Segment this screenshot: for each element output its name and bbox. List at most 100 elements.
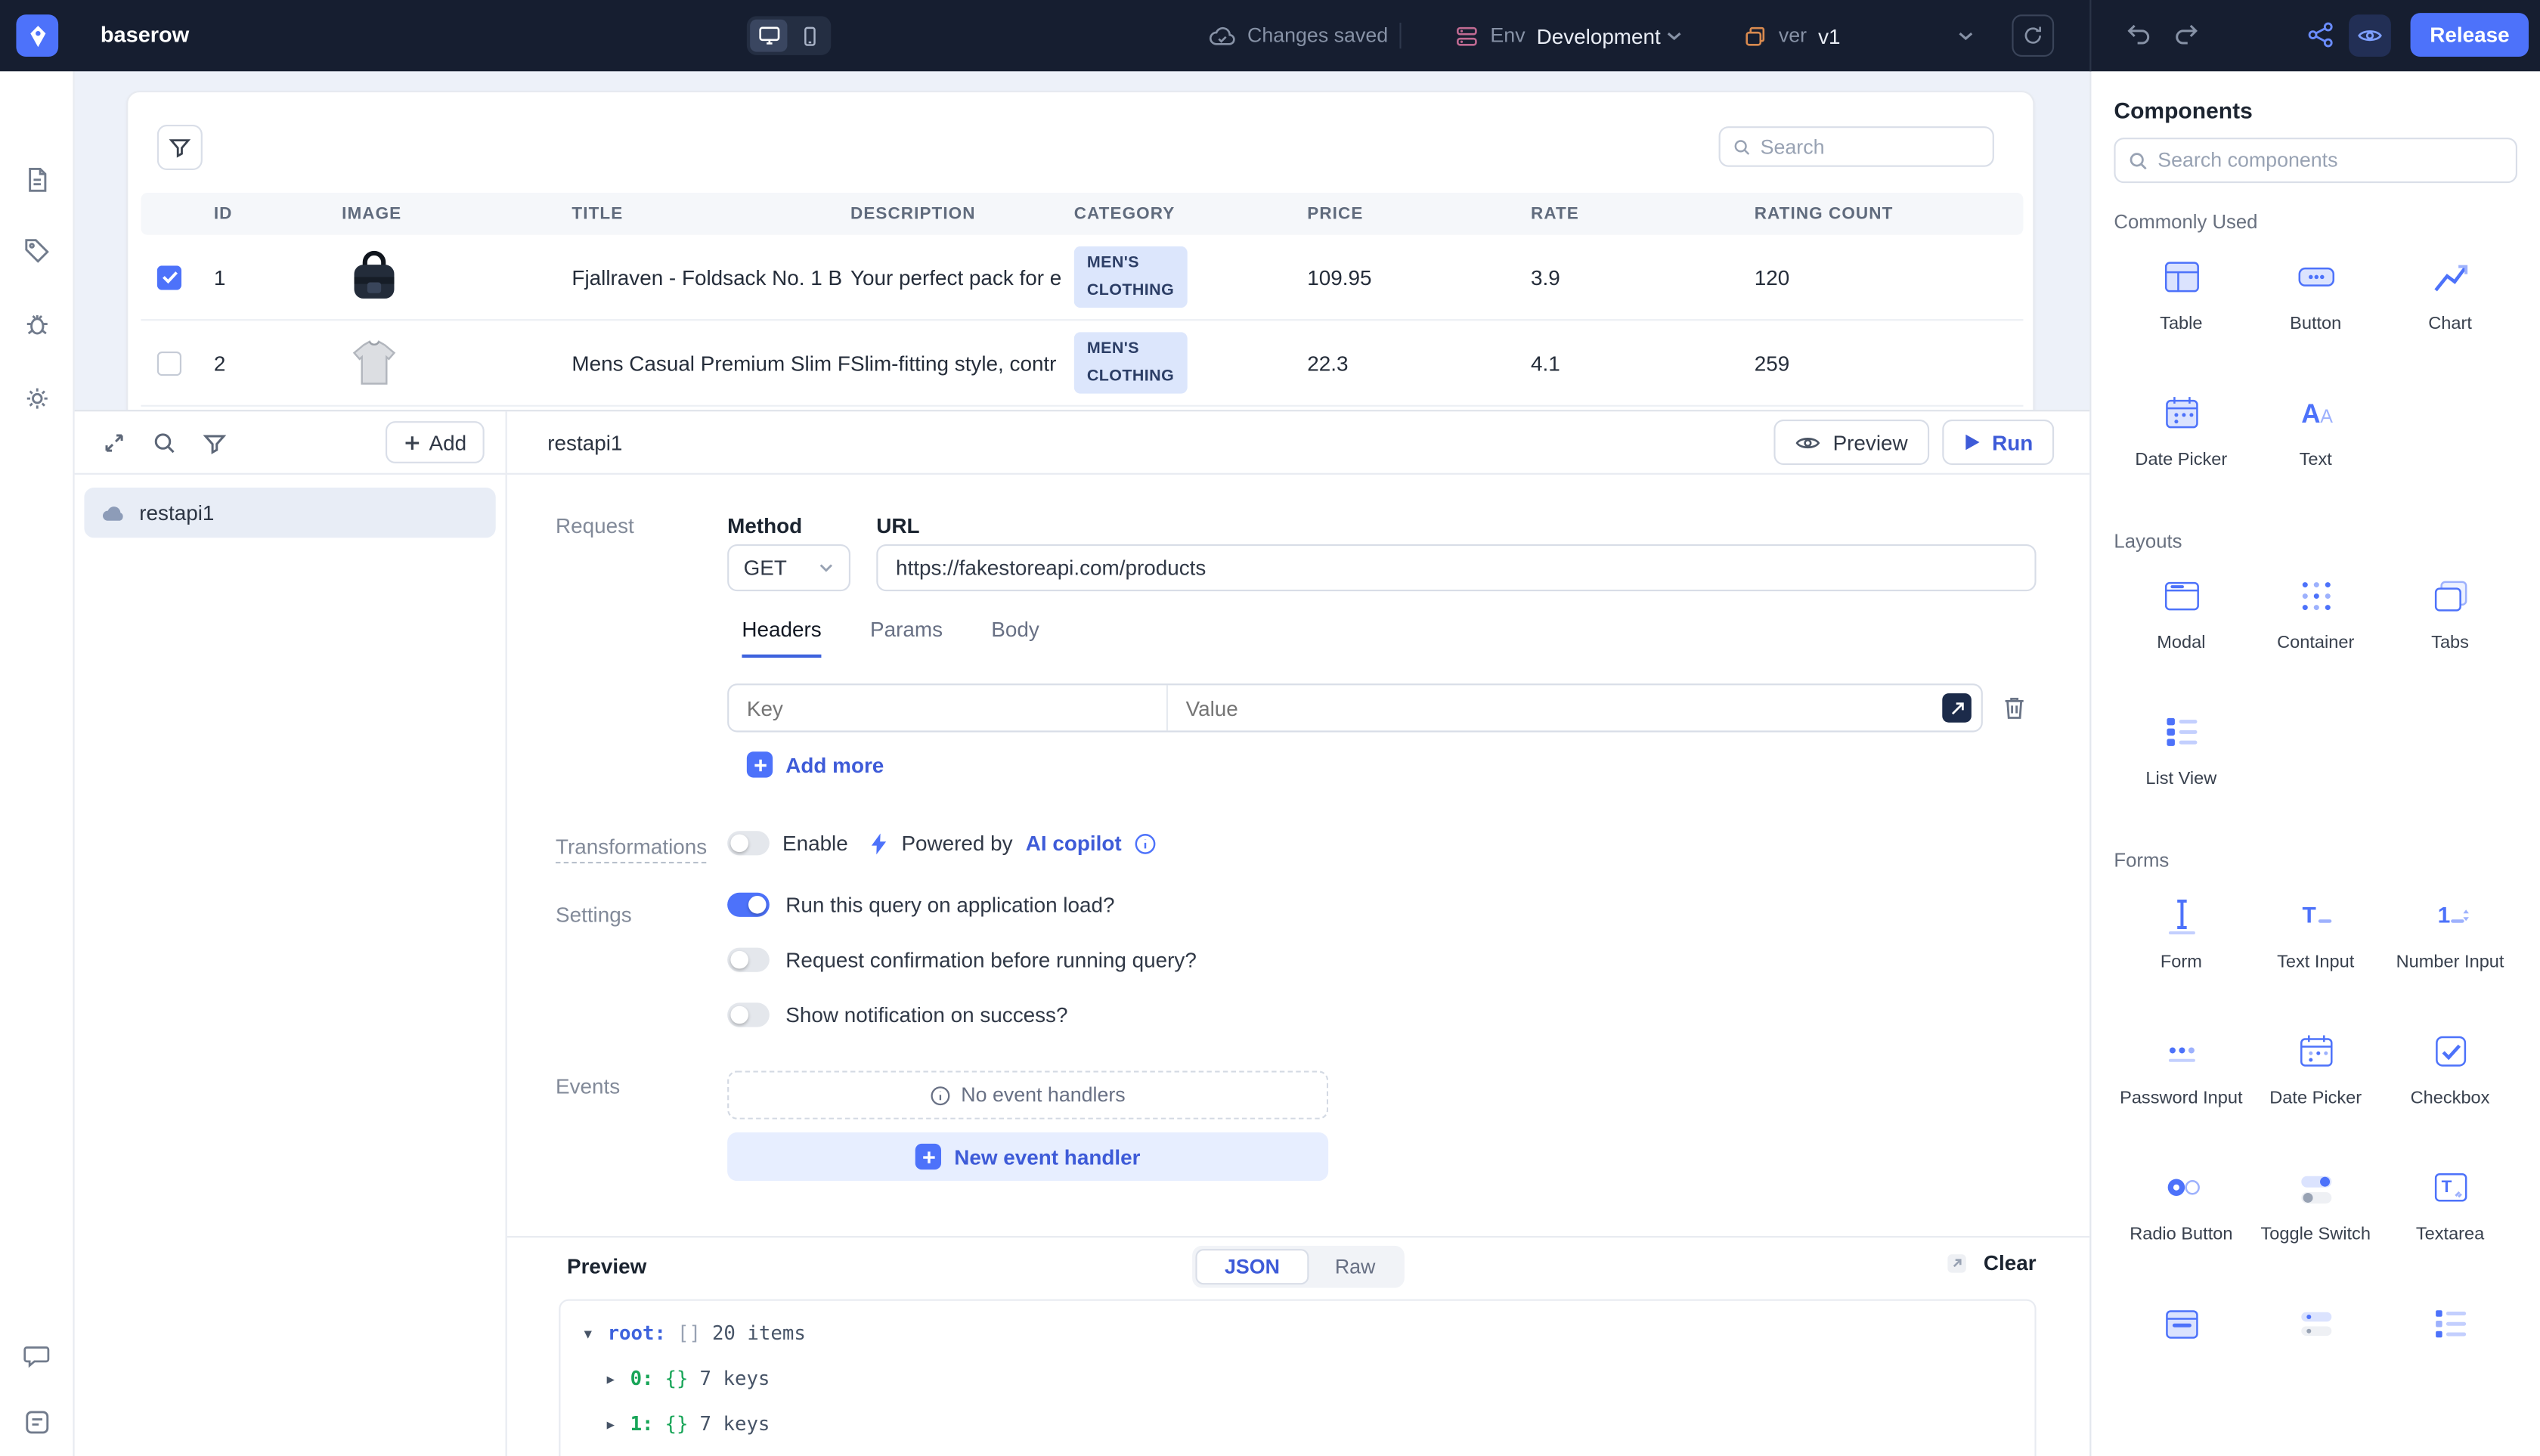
run-on-load-toggle[interactable] <box>727 893 770 917</box>
pages-icon[interactable] <box>18 160 57 199</box>
table-icon <box>2154 249 2209 305</box>
column-header[interactable]: RATING COUNT <box>1755 204 2024 224</box>
query-editor-title[interactable]: restapi1 <box>547 430 622 454</box>
json-tree-row[interactable]: ▶ 0: {} 7 keys <box>560 1356 2034 1402</box>
component-text-input[interactable]: T Text Input <box>2248 888 2383 1004</box>
notification-toggle[interactable] <box>727 1002 770 1027</box>
method-select[interactable]: GET <box>727 544 850 591</box>
transformations-label[interactable]: Transformations <box>556 835 707 864</box>
tab-body[interactable]: Body <box>991 617 1039 658</box>
chevron-down-icon[interactable] <box>1665 29 1684 42</box>
preview-query-button[interactable]: Preview <box>1774 420 1928 465</box>
debugger-icon[interactable] <box>18 305 57 343</box>
component-number-input[interactable]: 1 Number Input <box>2383 888 2517 1004</box>
release-notes-icon[interactable] <box>18 1403 57 1442</box>
component-tabs[interactable]: Tabs <box>2383 568 2517 685</box>
row-checkbox[interactable] <box>157 265 181 289</box>
column-header[interactable]: CATEGORY <box>1074 204 1308 224</box>
header-value-input[interactable] <box>1168 685 1942 730</box>
column-header[interactable]: IMAGE <box>342 204 572 224</box>
json-tree-row[interactable]: ▼ root: [] 20 items <box>560 1311 2034 1356</box>
component-partial-2[interactable] <box>2248 1296 2383 1412</box>
component-text[interactable]: AA Text <box>2248 386 2383 502</box>
table-row[interactable]: 1 Fjallraven - Foldsack No. 1 B Your per… <box>141 235 2023 321</box>
component-textarea[interactable]: T Textarea <box>2383 1160 2517 1276</box>
product-image-backpack <box>342 245 407 310</box>
device-toggle[interactable] <box>747 16 831 54</box>
column-header[interactable]: ID <box>214 204 342 224</box>
component-button[interactable]: Button <box>2248 249 2383 366</box>
column-header[interactable]: PRICE <box>1307 204 1531 224</box>
component-password-input[interactable]: Password Input <box>2114 1024 2248 1140</box>
query-list-item-restapi1[interactable]: restapi1 <box>84 488 495 537</box>
transformations-toggle[interactable] <box>727 831 770 855</box>
clear-preview-button[interactable]: Clear <box>1984 1250 2037 1275</box>
component-radio-button[interactable]: Radio Button <box>2114 1160 2248 1276</box>
version-selector[interactable]: ver v1 <box>1743 0 1841 71</box>
environment-selector[interactable]: Env Development <box>1454 0 1660 71</box>
table-filter-button[interactable] <box>157 125 203 170</box>
add-more-header-button[interactable]: Add more <box>747 751 884 777</box>
app-name[interactable]: baserow <box>101 0 189 71</box>
refresh-button[interactable] <box>2012 14 2054 57</box>
undo-icon[interactable] <box>2125 21 2154 51</box>
component-modal[interactable]: Modal <box>2114 568 2248 685</box>
component-list-view[interactable]: List View <box>2114 705 2248 821</box>
tab-params[interactable]: Params <box>870 617 943 658</box>
components-search-input[interactable] <box>2157 149 2502 172</box>
confirmation-toggle[interactable] <box>727 948 770 972</box>
component-partial-3[interactable] <box>2383 1296 2517 1412</box>
svg-text:T: T <box>2301 903 2315 928</box>
chevron-down-icon[interactable] <box>1957 29 1975 42</box>
desktop-icon[interactable] <box>750 20 787 52</box>
url-input[interactable] <box>896 556 2017 580</box>
table-search-input[interactable] <box>1761 135 1980 158</box>
column-header[interactable]: DESCRIPTION <box>850 204 1074 224</box>
components-search[interactable] <box>2114 138 2517 183</box>
component-date-picker[interactable]: Date Picker <box>2114 386 2248 502</box>
table-search[interactable] <box>1719 126 1994 167</box>
ai-copilot-link[interactable]: AI copilot <box>1026 831 1122 855</box>
search-icon[interactable] <box>149 428 178 457</box>
url-field[interactable] <box>876 544 2036 591</box>
component-table[interactable]: Table <box>2114 249 2248 366</box>
header-key-input[interactable] <box>729 685 1168 730</box>
styles-icon[interactable] <box>18 231 57 270</box>
delete-header-icon[interactable] <box>2003 695 2028 720</box>
filter-icon[interactable] <box>200 428 229 457</box>
tab-headers[interactable]: Headers <box>742 617 821 658</box>
component-date-picker-form[interactable]: Date Picker <box>2248 1024 2383 1140</box>
row-checkbox[interactable] <box>157 351 181 375</box>
redo-icon[interactable] <box>2173 21 2202 51</box>
component-partial-1[interactable] <box>2114 1296 2248 1412</box>
component-chart[interactable]: Chart <box>2383 249 2517 366</box>
info-icon[interactable] <box>1135 832 1157 854</box>
preview-app-icon[interactable] <box>2349 14 2391 57</box>
preview-section-label: Preview <box>567 1254 646 1278</box>
column-header[interactable]: RATE <box>1531 204 1755 224</box>
run-query-button[interactable]: Run <box>1942 420 2054 465</box>
component-checkbox[interactable]: Checkbox <box>2383 1024 2517 1140</box>
component-toggle-switch[interactable]: Toggle Switch <box>2248 1160 2383 1276</box>
expand-preview-icon[interactable] <box>1947 1251 1969 1274</box>
table-widget[interactable]: ID IMAGE TITLE DESCRIPTION CATEGORY PRIC… <box>126 91 2034 410</box>
column-header[interactable]: TITLE <box>572 204 850 224</box>
component-form[interactable]: Form <box>2114 888 2248 1004</box>
release-button[interactable]: Release <box>2411 13 2529 57</box>
json-tab[interactable]: JSON <box>1195 1249 1309 1284</box>
new-event-handler-button[interactable]: New event handler <box>727 1132 1328 1181</box>
component-container[interactable]: Container <box>2248 568 2383 685</box>
mobile-icon[interactable] <box>791 20 828 52</box>
add-query-button[interactable]: Add <box>386 421 485 463</box>
form-icon <box>2154 888 2209 943</box>
expand-editor-icon[interactable] <box>1942 693 1972 723</box>
share-icon[interactable] <box>2306 21 2336 51</box>
json-tree-row[interactable]: ▶ 1: {} 7 keys <box>560 1402 2034 1447</box>
collapse-panel-icon[interactable] <box>99 428 129 457</box>
comments-icon[interactable] <box>18 1337 57 1375</box>
ver-label: ver <box>1779 24 1807 47</box>
raw-tab[interactable]: Raw <box>1309 1249 1402 1284</box>
app-logo-icon[interactable] <box>16 14 58 57</box>
settings-icon[interactable] <box>18 379 57 417</box>
table-row[interactable]: 2 Mens Casual Premium Slim F Slim-fittin… <box>141 321 2023 407</box>
